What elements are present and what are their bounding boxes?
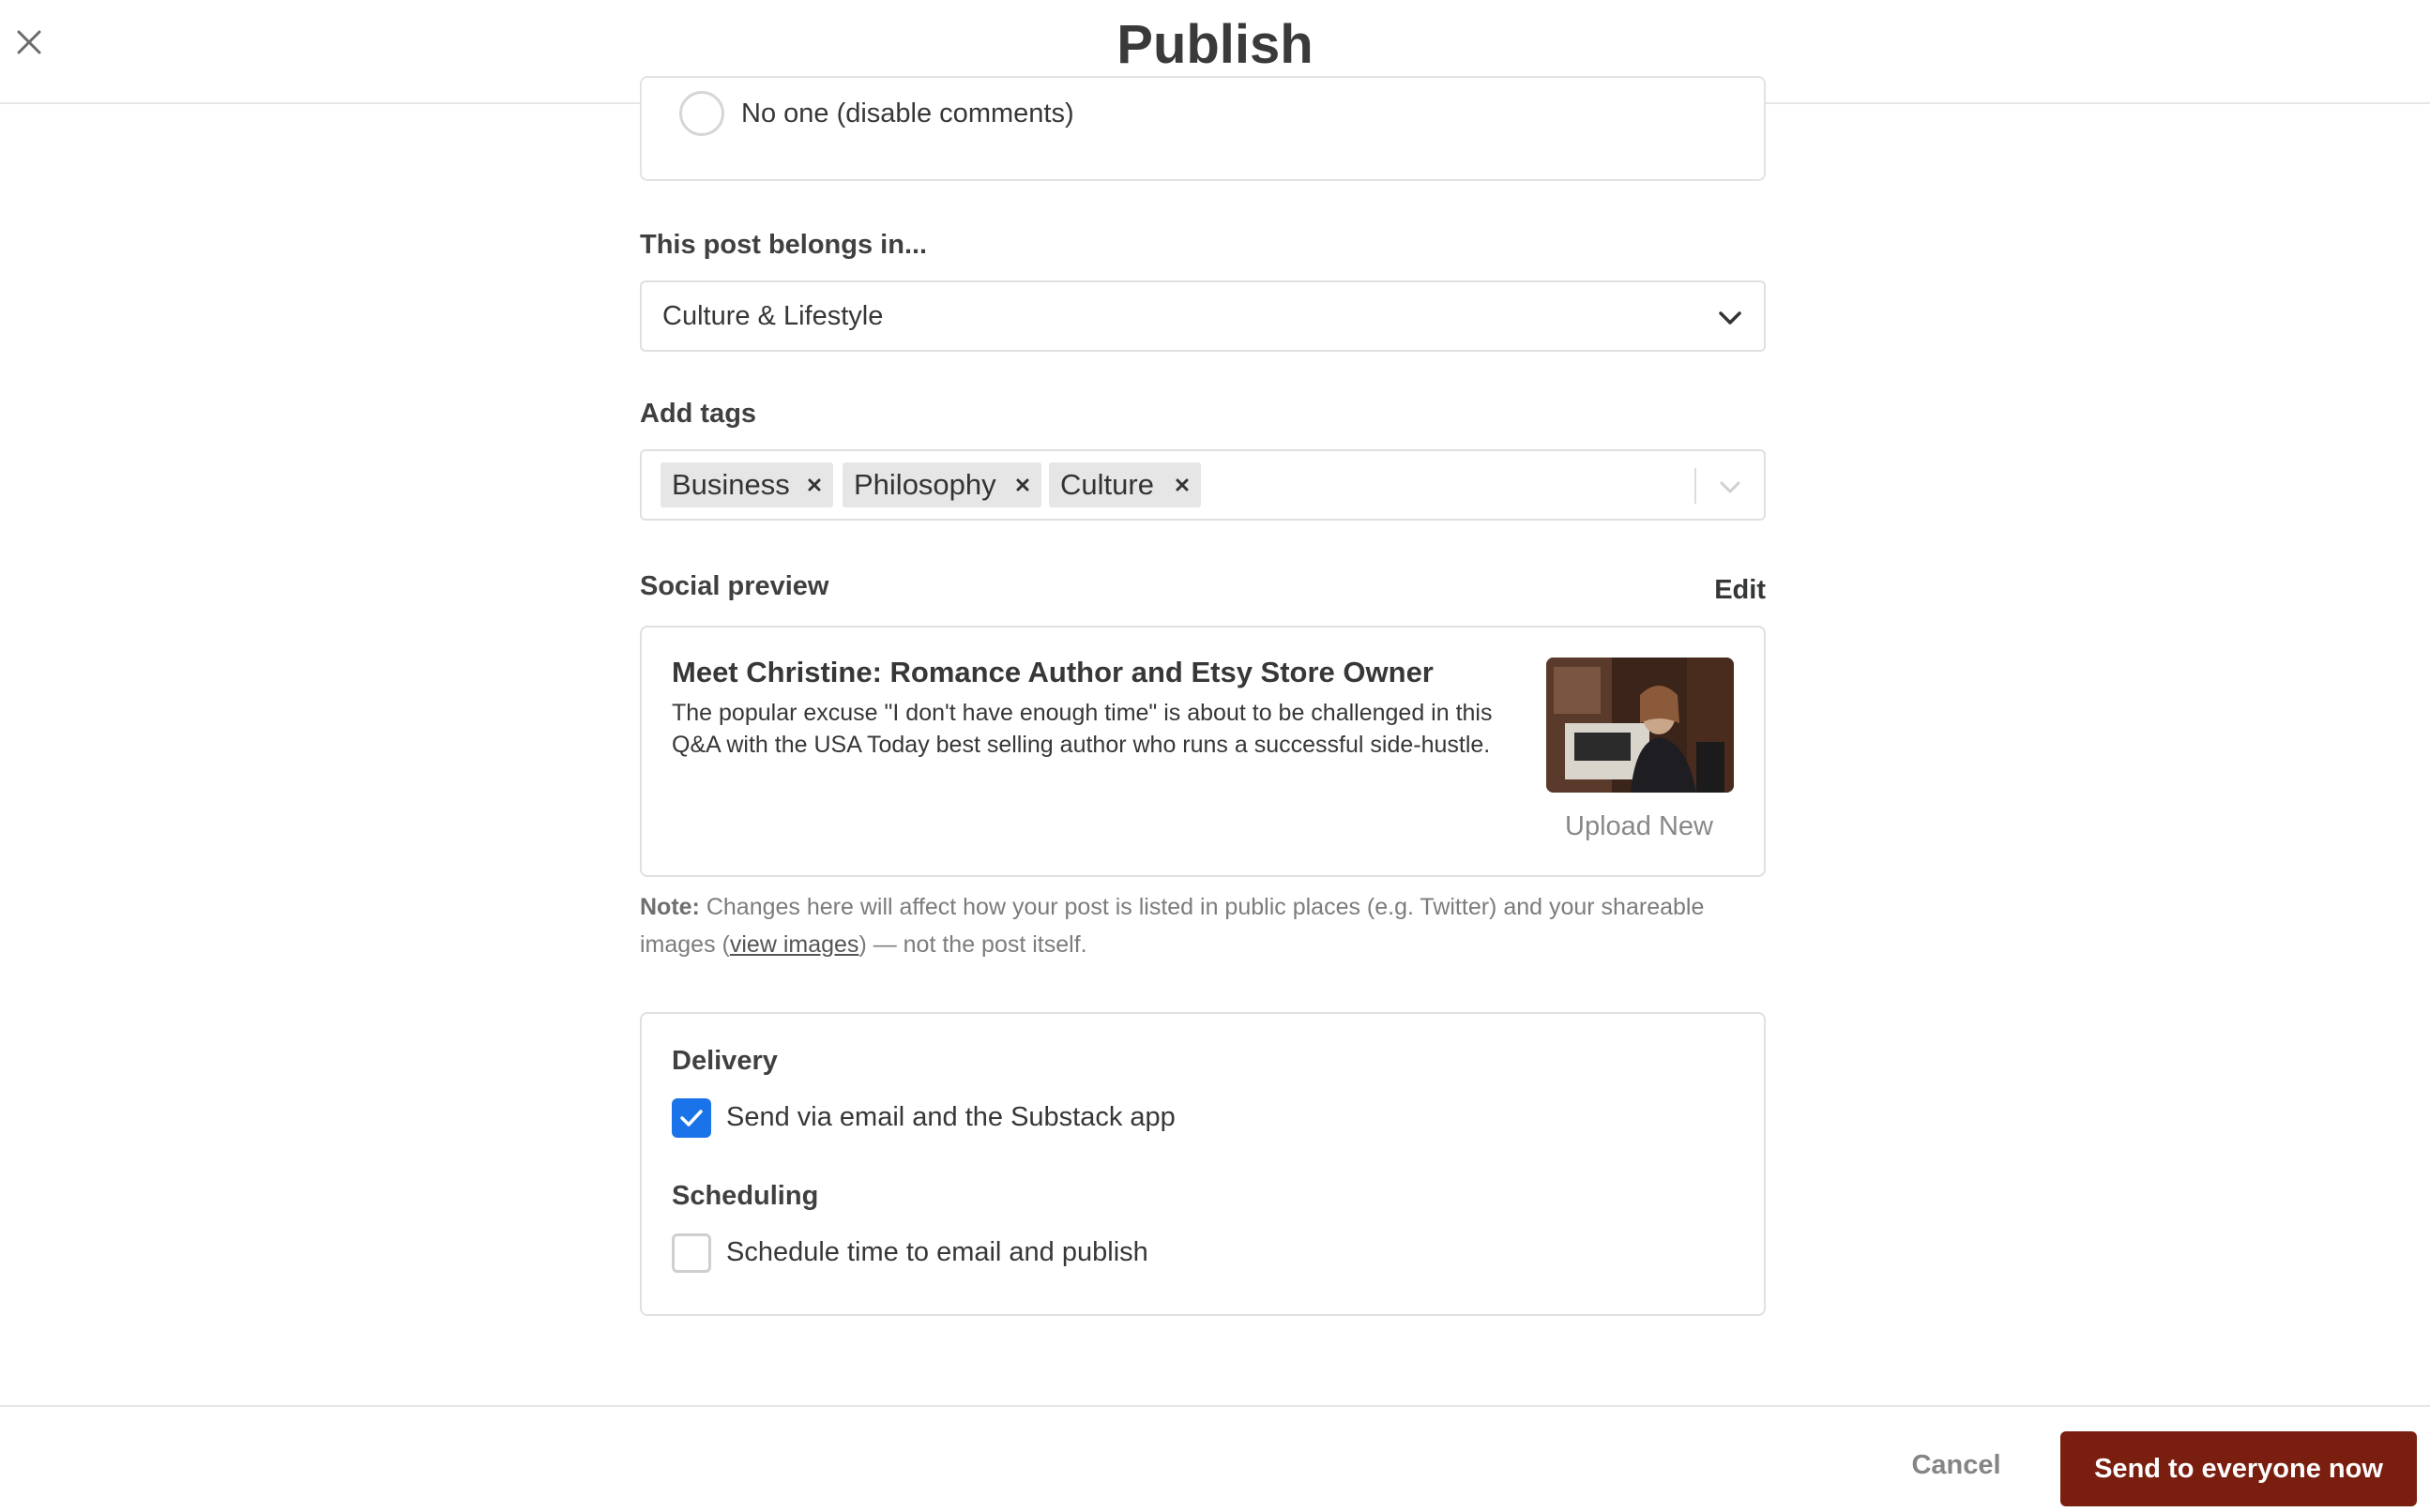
scheduling-heading: Scheduling: [672, 1181, 819, 1211]
schedule-checkbox[interactable]: [672, 1233, 711, 1273]
category-selected-value: Culture & Lifestyle: [662, 301, 884, 331]
chevron-down-icon: [1719, 311, 1741, 325]
tag-label: Business: [672, 468, 790, 501]
comments-options: No one (disable comments): [640, 76, 1766, 181]
radio-label-disable-comments: No one (disable comments): [741, 98, 1074, 129]
view-images-link[interactable]: view images: [730, 931, 859, 958]
cancel-button[interactable]: Cancel: [1888, 1428, 2025, 1503]
page-title: Publish: [1116, 14, 1314, 75]
tag-philosophy: Philosophy: [843, 462, 1041, 507]
remove-tag-icon[interactable]: [1011, 474, 1034, 496]
tag-culture: Culture: [1049, 462, 1201, 507]
delivery-scheduling-card: Delivery Send via email and the Substack…: [640, 1012, 1766, 1316]
send-email-checkbox[interactable]: [672, 1098, 711, 1138]
schedule-label: Schedule time to email and publish: [726, 1237, 1148, 1267]
tag-label: Philosophy: [854, 468, 996, 501]
delivery-heading: Delivery: [672, 1046, 778, 1076]
note-bold-label: Note:: [640, 894, 700, 920]
footer: Cancel Send to everyone now: [0, 1405, 2430, 1512]
category-label: This post belongs in...: [640, 230, 928, 260]
upload-new-image-button[interactable]: Upload New: [1565, 811, 1713, 842]
chevron-down-icon[interactable]: [1717, 474, 1743, 500]
category-select[interactable]: Culture & Lifestyle: [640, 280, 1766, 352]
preview-title: Meet Christine: Romance Author and Etsy …: [672, 656, 1434, 688]
remove-tag-icon[interactable]: [1171, 474, 1193, 496]
checkmark-icon: [680, 1110, 703, 1126]
preview-description: The popular excuse "I don't have enough …: [672, 700, 1493, 758]
send-email-label: Send via email and the Substack app: [726, 1102, 1176, 1132]
note-text-end: ) — not the post itself.: [858, 931, 1087, 958]
social-preview-card: Meet Christine: Romance Author and Etsy …: [640, 626, 1766, 877]
radio-disable-comments[interactable]: [679, 91, 724, 136]
tags-label: Add tags: [640, 399, 757, 429]
edit-social-preview-button[interactable]: Edit: [1714, 575, 1766, 606]
social-preview-label: Social preview: [640, 571, 829, 601]
social-preview-note: Note: Changes here will affect how your …: [640, 888, 1766, 963]
tags-input[interactable]: Business Philosophy Culture: [640, 449, 1766, 521]
preview-thumbnail: [1546, 658, 1734, 793]
thumbnail-image: [1546, 658, 1734, 793]
remove-tag-icon[interactable]: [803, 474, 826, 496]
tags-divider: [1694, 468, 1696, 504]
tag-label: Culture: [1060, 468, 1154, 501]
tag-business: Business: [661, 462, 833, 507]
send-to-everyone-button[interactable]: Send to everyone now: [2060, 1431, 2417, 1506]
